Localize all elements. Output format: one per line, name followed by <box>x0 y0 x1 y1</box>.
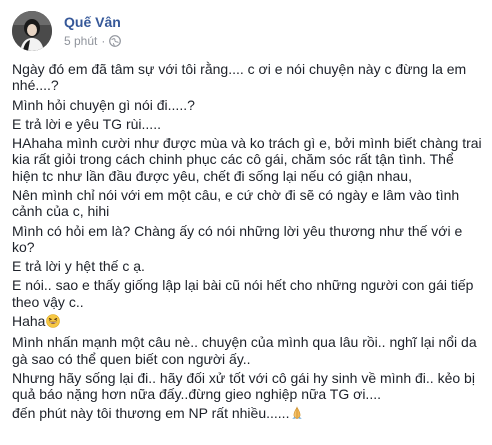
post-paragraph: Ngày đó em đã tâm sự với tôi rằng.... c … <box>12 61 467 94</box>
grinning-squinting-face-emoji-icon <box>46 314 61 331</box>
post-paragraph: Nhưng hãy sống lại đi.. hãy đối xử tốt v… <box>12 369 475 403</box>
post-paragraph: Nên mình chỉ nói với em một câu, e cứ ch… <box>12 187 460 220</box>
last-line-text: đến phút này tôi thương em NP rất nhiều.… <box>12 405 290 422</box>
post-meta: Quế Vân 5 phút · <box>64 13 122 49</box>
post-paragraph-haha: Haha <box>12 313 482 331</box>
post-paragraph-last: đến phút này tôi thương em NP rất nhiều.… <box>12 405 482 423</box>
facebook-post: Quế Vân 5 phút · Ngày đó em đã tâm sự vớ… <box>0 0 492 445</box>
post-subline: 5 phút · <box>64 33 122 49</box>
separator-dot: · <box>101 34 106 48</box>
author-name[interactable]: Quế Vân <box>64 13 121 31</box>
post-body: Ngày đó em đã tâm sự với tôi rằng.... c … <box>12 61 482 427</box>
haha-text: Haha <box>12 313 46 330</box>
post-paragraph: Mình có hỏi em là? Chàng ấy có nói những… <box>12 222 463 256</box>
folded-hands-emoji-icon <box>290 406 304 423</box>
profile-photo-icon <box>12 11 52 51</box>
post-header: Quế Vân 5 phút · <box>12 10 122 52</box>
author-avatar[interactable] <box>12 11 52 51</box>
post-paragraph: HAhaha mình cười như được mùa và ko trác… <box>12 135 482 184</box>
post-timestamp[interactable]: 5 phút <box>64 33 97 49</box>
post-paragraph: Mình hỏi chuyện gì nói đi.....? <box>12 96 195 113</box>
post-paragraph: Mình nhấn mạnh một câu nè.. chuyện của m… <box>12 334 477 367</box>
post-paragraph: E nói.. sao e thấy giống lập lại bài cũ … <box>12 277 474 310</box>
post-paragraph: E trả lời e yêu TG rùi..... <box>12 115 161 132</box>
globe-icon[interactable] <box>109 35 122 47</box>
post-paragraph: E trả lời y hệt thế c ạ. <box>12 258 145 275</box>
